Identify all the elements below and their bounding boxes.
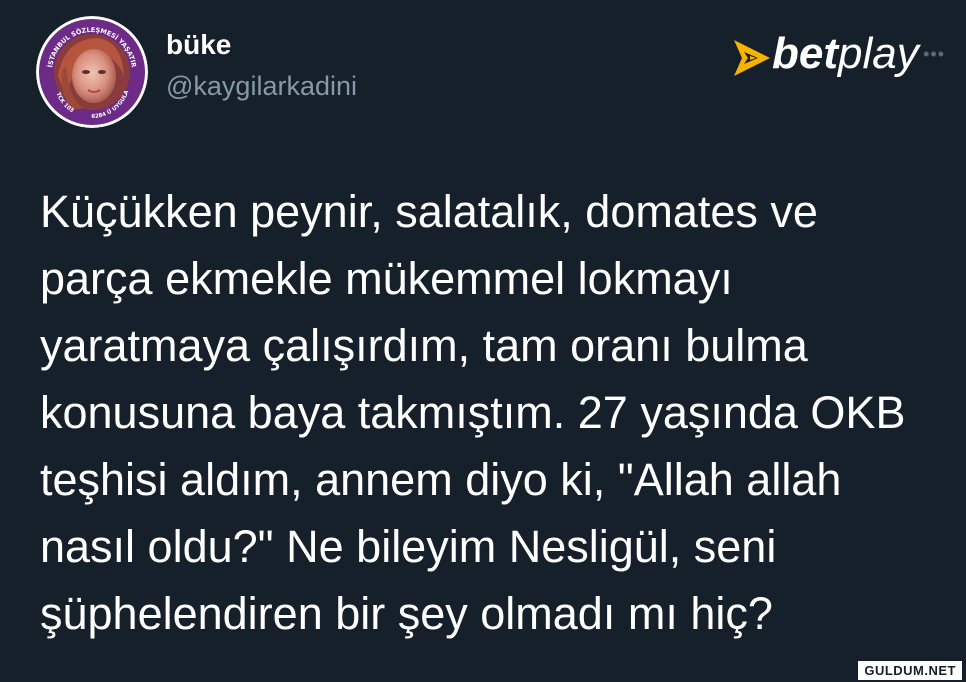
tweet-screenshot: İSTANBUL SÖZLEŞMESİ YAŞATIR TCK 103 6284…	[0, 0, 966, 682]
tweet-text-line: yaratmaya çalışırdım, tam oranı bulma	[40, 320, 808, 371]
avatar-image: İSTANBUL SÖZLEŞMESİ YAŞATIR TCK 103 6284…	[36, 16, 148, 128]
tweet-text: Küçükken peynir, salatalık, domates ve p…	[40, 178, 950, 647]
tweet-text-line: şüphelendiren bir şey olmadı mı hiç?	[40, 588, 773, 639]
rocket-icon	[734, 40, 770, 76]
watermark: GULDUM.NET	[858, 661, 962, 680]
brand-wordmark: betplay	[772, 32, 919, 76]
brand-play-text: play	[838, 29, 919, 78]
tweet-text-line: konusuna baya takmıştım. 27 yaşında OKB	[40, 387, 906, 438]
tweet-text-line: teşhisi aldım, annem diyo ki, "Allah all…	[40, 454, 842, 505]
brand-bet-text: bet	[772, 29, 838, 78]
betplay-logo: betplay •••	[730, 30, 945, 86]
tweet-text-line: parça ekmekle mükemmel lokmayı	[40, 253, 733, 304]
avatar[interactable]: İSTANBUL SÖZLEŞMESİ YAŞATIR TCK 103 6284…	[36, 16, 148, 128]
tweet-text-line: Küçükken peynir, salatalık, domates ve	[40, 186, 818, 237]
user-handle[interactable]: @kaygilarkadini	[166, 71, 357, 102]
display-name[interactable]: büke	[166, 29, 231, 61]
more-dots-icon: •••	[923, 44, 945, 64]
tweet-text-line: nasıl oldu?" Ne bileyim Nesligül, seni	[40, 521, 777, 572]
